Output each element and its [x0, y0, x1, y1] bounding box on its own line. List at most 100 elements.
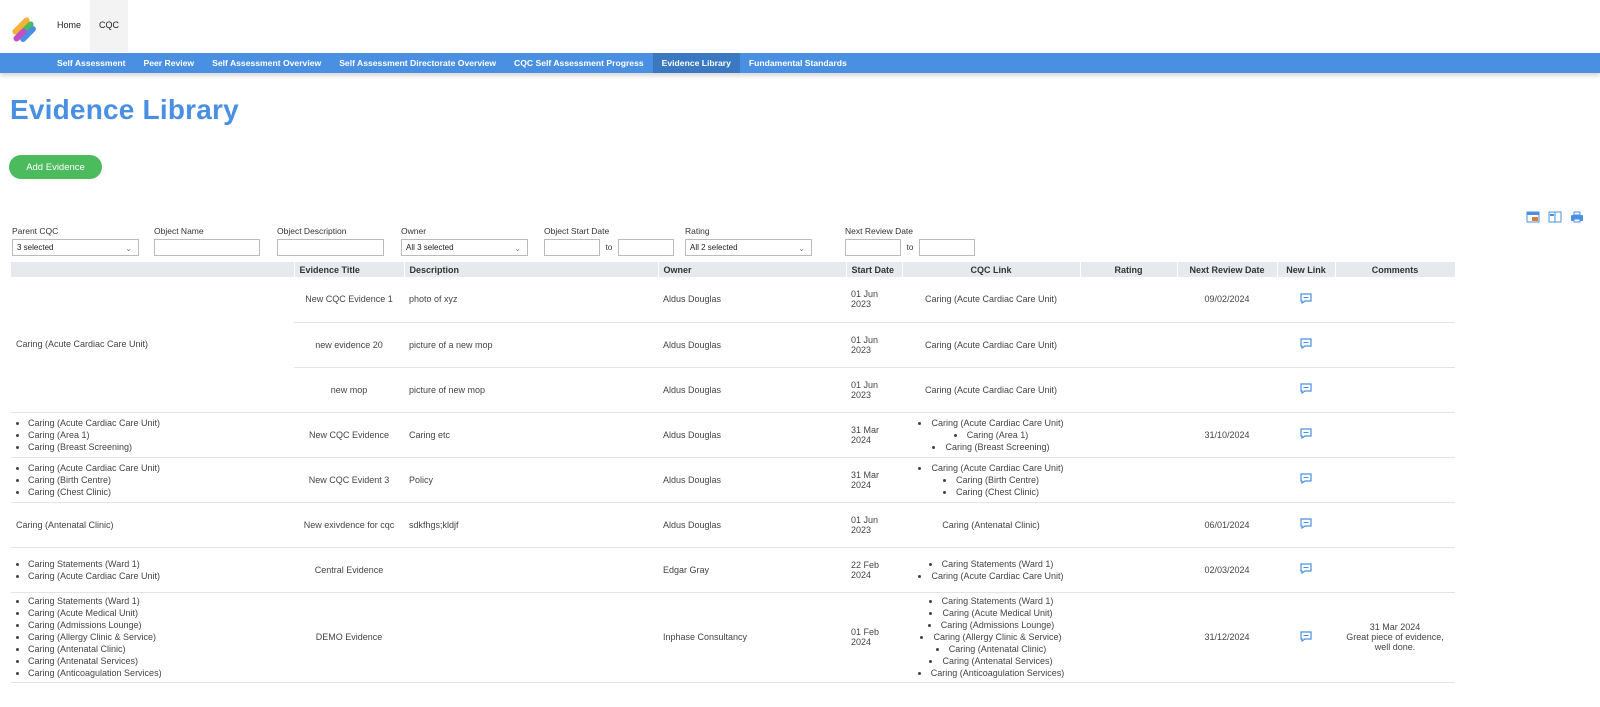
evidence-title-cell[interactable]: New CQC Evidence	[294, 412, 404, 458]
comments-cell: 31 Mar 2024 Great piece of evidence, wel…	[1335, 592, 1455, 683]
table-row[interactable]: Caring (Antenatal Clinic) New exivdence …	[11, 502, 1455, 548]
cqc-link-cell[interactable]: Caring (Acute Cardiac Care Unit)	[902, 277, 1080, 323]
next-review-cell	[1177, 457, 1277, 503]
list-item[interactable]: Caring (Birth Centre)	[907, 474, 1075, 486]
new-link-cell	[1277, 457, 1335, 503]
table-row[interactable]: Caring Statements (Ward 1) Caring (Acute…	[11, 547, 1455, 593]
new-link-cell	[1277, 547, 1335, 593]
subnav-peer-review[interactable]: Peer Review	[134, 53, 203, 73]
print-icon[interactable]	[1570, 211, 1584, 223]
list-item: Caring (Acute Cardiac Care Unit)	[28, 462, 289, 474]
export-excel-icon[interactable]	[1526, 211, 1540, 223]
cqc-link-cell[interactable]: Caring (Acute Cardiac Care Unit)	[902, 322, 1080, 368]
filter-next-review-date: Next Review Date to	[845, 226, 975, 256]
message-icon[interactable]	[1300, 518, 1312, 530]
evidence-title-cell[interactable]: new mop	[294, 367, 404, 413]
list-item: Caring Statements (Ward 1)	[28, 595, 289, 607]
cqc-link-cell[interactable]: Caring (Acute Cardiac Care Unit)	[902, 367, 1080, 413]
message-icon[interactable]	[1300, 293, 1312, 304]
parent-list: Caring (Acute Cardiac Care Unit) Caring …	[16, 462, 289, 498]
cqc-link-cell[interactable]: Caring (Antenatal Clinic)	[902, 502, 1080, 548]
header-cqc-link[interactable]: CQC Link	[902, 262, 1081, 277]
start-date-cell: 22 Feb 2024	[846, 547, 902, 593]
list-item[interactable]: Caring (Anticoagulation Services)	[907, 667, 1075, 679]
subnav-evidence-library[interactable]: Evidence Library	[652, 53, 740, 73]
list-item[interactable]: Caring Statements (Ward 1)	[907, 595, 1075, 607]
start-date-to-input[interactable]	[618, 239, 674, 256]
header-comments[interactable]: Comments	[1335, 262, 1456, 277]
list-item[interactable]: Caring (Antenatal Clinic)	[907, 643, 1075, 655]
list-item: Caring (Chest Clinic)	[28, 486, 289, 498]
cqc-link-cell: Caring (Acute Cardiac Care Unit) Caring …	[902, 412, 1080, 458]
description-cell: picture of a new mop	[404, 322, 658, 368]
evidence-title-cell[interactable]: DEMO Evidence	[294, 592, 404, 683]
list-item[interactable]: Caring (Antenatal Services)	[907, 655, 1075, 667]
add-evidence-button[interactable]: Add Evidence	[9, 155, 102, 179]
table-row[interactable]: Caring Statements (Ward 1) Caring (Acute…	[11, 592, 1455, 683]
header-evidence-title[interactable]: Evidence Title	[294, 262, 405, 277]
message-icon[interactable]	[1300, 338, 1312, 350]
header-new-link[interactable]: New Link	[1277, 262, 1336, 277]
column-chooser-icon[interactable]	[1548, 211, 1562, 223]
list-item[interactable]: Caring (Acute Cardiac Care Unit)	[907, 570, 1075, 582]
list-item[interactable]: Caring (Breast Screening)	[907, 441, 1075, 453]
list-item[interactable]: Caring Statements (Ward 1)	[907, 558, 1075, 570]
topnav-cqc[interactable]: CQC	[90, 0, 129, 52]
start-date-from-input[interactable]	[544, 239, 600, 256]
start-date-cell: 01 Jun 2023	[846, 277, 902, 323]
table-header-row: Evidence Title Description Owner Start D…	[11, 262, 1456, 277]
message-icon[interactable]	[1300, 563, 1312, 575]
new-link-cell	[1277, 322, 1335, 368]
object-name-input[interactable]	[154, 239, 260, 256]
parent-list: Caring Statements (Ward 1) Caring (Acute…	[16, 558, 289, 582]
list-item[interactable]: Caring (Allergy Clinic & Service)	[907, 631, 1075, 643]
topnav-home[interactable]: Home	[48, 0, 90, 52]
evidence-title-cell[interactable]: New exivdence for cqc	[294, 502, 404, 548]
list-item: Caring (Acute Medical Unit)	[28, 607, 289, 619]
list-item[interactable]: Caring (Acute Cardiac Care Unit)	[907, 417, 1075, 429]
rating-cell	[1080, 367, 1177, 413]
review-date-to-input[interactable]	[919, 239, 975, 256]
rating-cell	[1080, 457, 1177, 503]
message-icon[interactable]	[1300, 428, 1312, 440]
list-item[interactable]: Caring (Admissions Lounge)	[907, 619, 1075, 631]
owner-select[interactable]: All 3 selected ⌄	[401, 239, 528, 256]
list-item[interactable]: Caring (Acute Cardiac Care Unit)	[907, 462, 1075, 474]
parent-cqc-cell: Caring Statements (Ward 1) Caring (Acute…	[11, 592, 294, 683]
list-item: Caring Statements (Ward 1)	[28, 558, 289, 570]
subnav-self-assessment[interactable]: Self Assessment	[48, 53, 134, 73]
start-date-cell: 31 Mar 2024	[846, 412, 902, 458]
list-item[interactable]: Caring (Chest Clinic)	[907, 486, 1075, 498]
list-item[interactable]: Caring (Area 1)	[907, 429, 1075, 441]
subnav-fundamental-standards[interactable]: Fundamental Standards	[740, 53, 856, 73]
object-description-input[interactable]	[277, 239, 384, 256]
table-row[interactable]: Caring (Acute Cardiac Care Unit) Caring …	[11, 412, 1455, 458]
message-icon[interactable]	[1300, 383, 1312, 395]
list-item[interactable]: Caring (Acute Medical Unit)	[907, 607, 1075, 619]
rating-cell	[1080, 547, 1177, 593]
evidence-title-cell[interactable]: new evidence 20	[294, 322, 404, 368]
evidence-title-cell[interactable]: Central Evidence	[294, 547, 404, 593]
subnav-self-assessment-overview[interactable]: Self Assessment Overview	[203, 53, 330, 73]
evidence-table: Evidence Title Description Owner Start D…	[11, 262, 1456, 683]
table-row[interactable]: Caring (Acute Cardiac Care Unit) Caring …	[11, 457, 1455, 503]
subnav-directorate-overview[interactable]: Self Assessment Directorate Overview	[330, 53, 505, 73]
header-description[interactable]: Description	[404, 262, 659, 277]
rating-select[interactable]: All 2 selected ⌄	[685, 239, 812, 256]
header-rating[interactable]: Rating	[1080, 262, 1178, 277]
start-date-cell: 01 Feb 2024	[846, 592, 902, 683]
subnav-cqc-progress[interactable]: CQC Self Assessment Progress	[505, 53, 653, 73]
review-date-from-input[interactable]	[845, 239, 901, 256]
parent-cqc-select[interactable]: 3 selected ⌄	[12, 239, 139, 256]
comments-cell	[1335, 502, 1455, 548]
message-icon[interactable]	[1300, 630, 1312, 642]
evidence-title-cell[interactable]: New CQC Evidence 1	[294, 277, 404, 323]
evidence-title-cell[interactable]: New CQC Evident 3	[294, 457, 404, 503]
header-owner[interactable]: Owner	[658, 262, 847, 277]
message-icon[interactable]	[1300, 473, 1312, 485]
list-item: Caring (Breast Screening)	[28, 441, 289, 453]
header-next-review-date[interactable]: Next Review Date	[1177, 262, 1278, 277]
header-start-date[interactable]: Start Date	[846, 262, 903, 277]
table-row[interactable]: Caring (Acute Cardiac Care Unit) New CQC…	[11, 277, 1455, 413]
app-logo-icon[interactable]	[8, 10, 42, 44]
